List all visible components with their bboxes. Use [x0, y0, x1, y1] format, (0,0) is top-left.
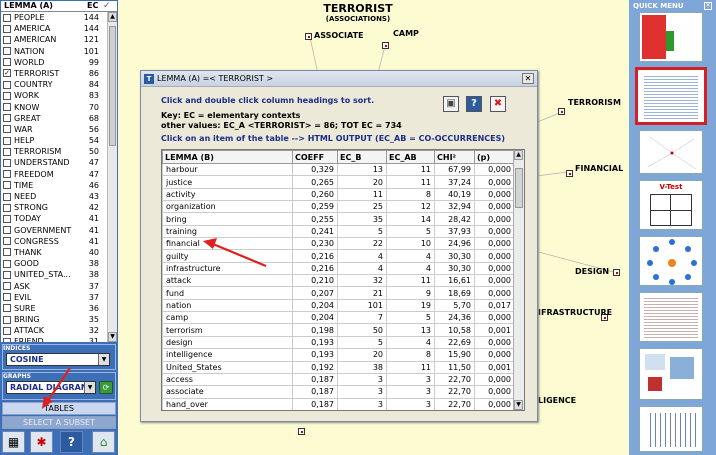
thumbnail-cluster[interactable]	[639, 236, 703, 286]
node-design[interactable]: DESIGN	[575, 267, 609, 276]
node-marker[interactable]	[382, 42, 389, 49]
node-associate[interactable]: ASSOCIATE	[314, 31, 364, 40]
red-arrow-annotation	[203, 238, 267, 268]
left-panel: LEMMA (A) EC ✓ PEOPLE 144 AMERICA 144 AMERIC…	[0, 0, 118, 455]
thumbnail-list[interactable]	[639, 292, 703, 342]
node-camp[interactable]: CAMP	[393, 29, 419, 38]
thumbnail-radial[interactable]	[639, 130, 703, 174]
thumbnail-bar-chart[interactable]	[639, 12, 703, 62]
node-marker[interactable]	[613, 269, 620, 276]
thumbnail-table-selected[interactable]	[635, 67, 707, 125]
red-arrow-annotation	[42, 367, 71, 409]
quick-menu-panel: QUICK MENU ✕ V-Test	[629, 0, 716, 455]
close-icon[interactable]: ✕	[704, 2, 712, 10]
node-terrorism[interactable]: TERRORISM	[568, 98, 621, 107]
node-marker[interactable]	[298, 428, 305, 435]
thumbnail-vtest[interactable]: V-Test	[639, 180, 703, 230]
thumbnail-tree[interactable]	[639, 406, 703, 452]
node-marker[interactable]	[558, 108, 565, 115]
thumbnail-scatter[interactable]	[639, 348, 703, 400]
quick-menu-label: QUICK MENU	[633, 2, 684, 10]
node-infrastructure[interactable]: IFRASTRUCTURE	[538, 308, 612, 317]
node-marker[interactable]	[566, 170, 573, 177]
cooccurrence-dialog: T LEMMA (A) =< TERRORIST > ✕ Click and d…	[140, 70, 538, 422]
node-intelligence[interactable]: LIGENCE	[538, 396, 576, 405]
vtest-label: V-Test	[659, 183, 683, 191]
node-marker[interactable]	[305, 33, 312, 40]
node-financial[interactable]: FINANCIAL	[575, 164, 623, 173]
